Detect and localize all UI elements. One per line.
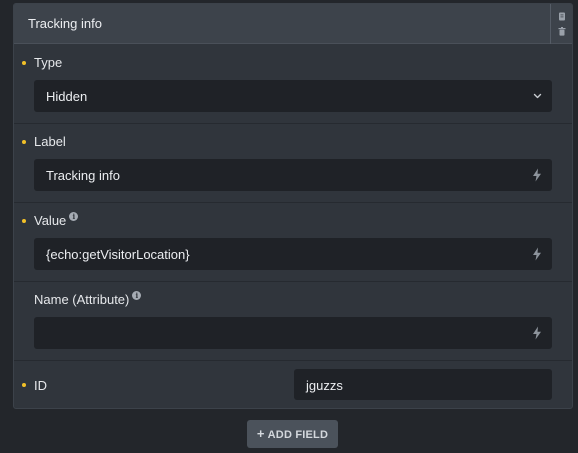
id-input-value: jguzzs [306,378,343,393]
id-row: ID jguzzs [14,361,572,408]
value-label-text: Value [34,213,67,228]
type-label: Type [34,55,63,70]
lightning-icon[interactable] [532,326,542,340]
required-dot [22,61,26,65]
info-icon[interactable]: i [132,291,142,300]
label-row: Label Tracking info [14,124,572,203]
value-label: Value i [34,212,79,228]
panel-title: Tracking info [28,16,102,31]
required-dot [22,383,26,387]
info-icon[interactable]: i [69,212,79,221]
add-field-label: ADD FIELD [267,429,329,441]
header-actions [550,4,572,44]
label-label: Label [34,134,66,149]
name-attribute-row: Name (Attribute) i [14,282,572,361]
trash-icon[interactable] [558,27,566,36]
name-attribute-label: Name (Attribute) i [34,291,142,307]
value-input-value: {echo:getVisitorLocation} [46,247,190,262]
panel-header[interactable]: Tracking info [14,4,572,44]
required-dot [22,140,26,144]
field-panel: Tracking info Type Hidden Label Tracking… [13,3,573,409]
name-attribute-label-text: Name (Attribute) [34,292,130,307]
copy-icon[interactable] [558,12,566,21]
lightning-icon[interactable] [532,168,542,182]
lightning-icon[interactable] [532,247,542,261]
chevron-down-icon [533,93,542,99]
id-label: ID [34,378,47,393]
type-select-value: Hidden [46,89,88,104]
type-row: Type Hidden [14,45,572,124]
label-input-value: Tracking info [46,168,120,183]
value-row: Value i {echo:getVisitorLocation} [14,203,572,282]
type-select[interactable]: Hidden [34,80,552,112]
add-field-button[interactable]: + ADD FIELD [247,420,338,448]
required-dot [22,219,26,223]
label-input[interactable]: Tracking info [34,159,552,191]
value-input[interactable]: {echo:getVisitorLocation} [34,238,552,270]
plus-icon: + [256,426,265,441]
name-attribute-input[interactable] [34,317,552,349]
id-input[interactable]: jguzzs [294,369,552,400]
